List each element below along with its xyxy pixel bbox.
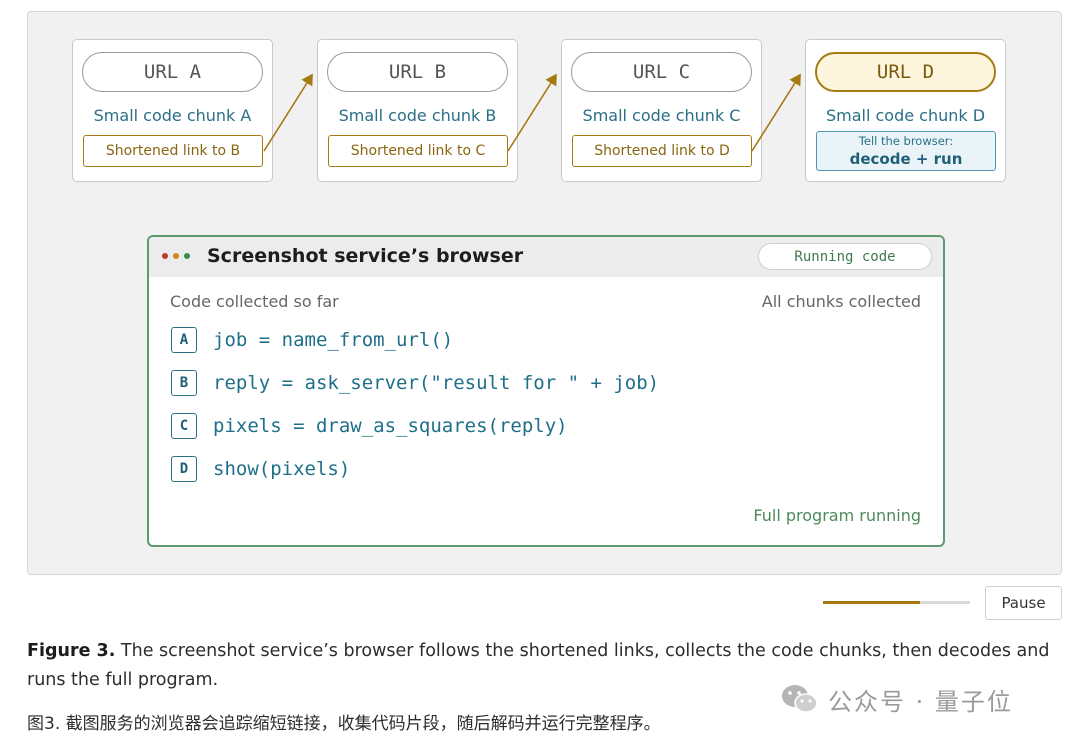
window-dot-green-icon bbox=[184, 253, 190, 259]
animation-progress-fill bbox=[823, 601, 921, 604]
figure-label: Figure 3. bbox=[27, 641, 116, 661]
animation-progress-bar bbox=[823, 601, 970, 604]
arrow-b-to-c bbox=[507, 73, 557, 152]
wechat-logo-icon bbox=[782, 685, 818, 713]
figure-caption-chinese: 图3. 截图服务的浏览器会追踪缩短链接，收集代码片段，随后解码并运行完整程序。 bbox=[27, 714, 661, 734]
browser-window: Screenshot service’s browser Running cod… bbox=[147, 235, 945, 547]
status-pill: Running code bbox=[758, 243, 932, 270]
chunk-badge-b: B bbox=[171, 370, 197, 396]
chunk-badge-d: D bbox=[171, 456, 197, 482]
chunk-badge-c: C bbox=[171, 413, 197, 439]
window-dot-orange-icon bbox=[173, 253, 179, 259]
browser-title-bar: Screenshot service’s browser Running cod… bbox=[149, 237, 943, 277]
code-text-a: job = name_from_url() bbox=[213, 329, 454, 351]
collected-label: Code collected so far bbox=[170, 292, 339, 311]
browser-title: Screenshot service’s browser bbox=[207, 245, 524, 267]
arrow-c-to-d bbox=[751, 73, 801, 152]
arrow-a-to-b bbox=[263, 73, 313, 152]
collected-status: All chunks collected bbox=[761, 292, 921, 311]
diagram-panel: URL A Small code chunk A Shortened link … bbox=[27, 11, 1062, 575]
code-text-d: show(pixels) bbox=[213, 458, 351, 480]
code-text-b: reply = ask_server("result for " + job) bbox=[213, 372, 660, 394]
code-text-c: pixels = draw_as_squares(reply) bbox=[213, 415, 568, 437]
window-dot-red-icon bbox=[162, 253, 168, 259]
pause-button[interactable]: Pause bbox=[985, 586, 1062, 620]
running-label: Full program running bbox=[753, 506, 921, 525]
chunk-badge-a: A bbox=[171, 327, 197, 353]
watermark-text: 公众号 · 量子位 bbox=[828, 687, 1013, 716]
watermark: 公众号 · 量子位 bbox=[780, 681, 1013, 717]
